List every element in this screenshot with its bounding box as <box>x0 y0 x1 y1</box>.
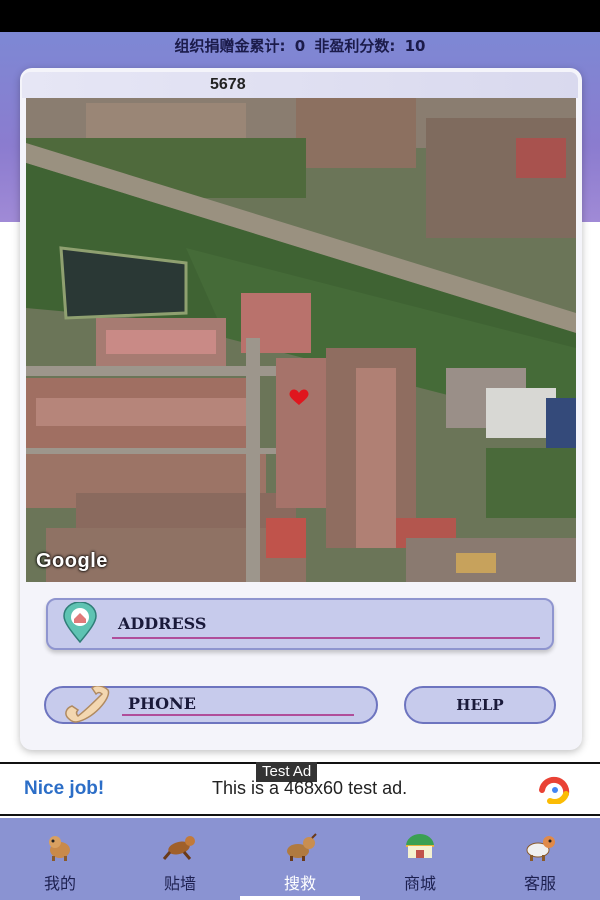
donation-summary: 组织捐赠金累计: 0 非盈利分数: 10 <box>0 34 600 58</box>
case-id: 5678 <box>210 76 246 93</box>
ad-headline[interactable]: Nice job! <box>24 778 104 800</box>
address-label: ADDRESS <box>118 614 207 633</box>
nav-item-service[interactable]: 客服 <box>480 818 600 900</box>
dog-search-icon <box>287 833 317 861</box>
map-imagery <box>26 98 576 582</box>
nav-label: 我的 <box>43 874 76 893</box>
location-pin-icon <box>63 602 97 644</box>
nav-item-shop[interactable]: 商城 <box>360 818 480 900</box>
nav-label: 客服 <box>523 874 556 893</box>
ad-text[interactable]: This is a 468x60 test ad. <box>212 778 407 799</box>
phone-label: PHONE <box>128 694 196 713</box>
phone-handset-icon <box>65 686 110 723</box>
heart-icon[interactable] <box>288 388 310 406</box>
shop-icon <box>406 834 434 858</box>
address-underline <box>112 637 540 639</box>
satellite-map[interactable] <box>26 98 576 582</box>
nav-item-mine[interactable]: 我的 <box>0 818 120 900</box>
score-label: 非盈利分数: <box>314 37 396 55</box>
running-dog-icon <box>162 836 195 860</box>
help-button[interactable]: HELP <box>404 686 556 724</box>
donation-value: 0 <box>294 37 306 55</box>
nav-item-wall[interactable]: 贴墙 <box>120 818 240 900</box>
nav-label: 搜救 <box>283 874 316 893</box>
dog-icon <box>49 836 70 861</box>
donation-label: 组织捐赠金累计: <box>174 37 286 55</box>
score-value: 10 <box>404 37 426 55</box>
phone-underline <box>122 714 354 716</box>
google-attribution: Google <box>36 550 108 572</box>
nav-label: 贴墙 <box>163 874 196 893</box>
active-tab-indicator <box>240 896 360 900</box>
card-header <box>22 72 578 98</box>
nav-item-rescue[interactable]: 搜救 <box>240 818 360 900</box>
status-bar <box>0 0 600 32</box>
ad-logo-icon[interactable] <box>536 774 576 804</box>
dog-service-icon <box>526 836 555 861</box>
nav-label: 商城 <box>403 874 436 893</box>
